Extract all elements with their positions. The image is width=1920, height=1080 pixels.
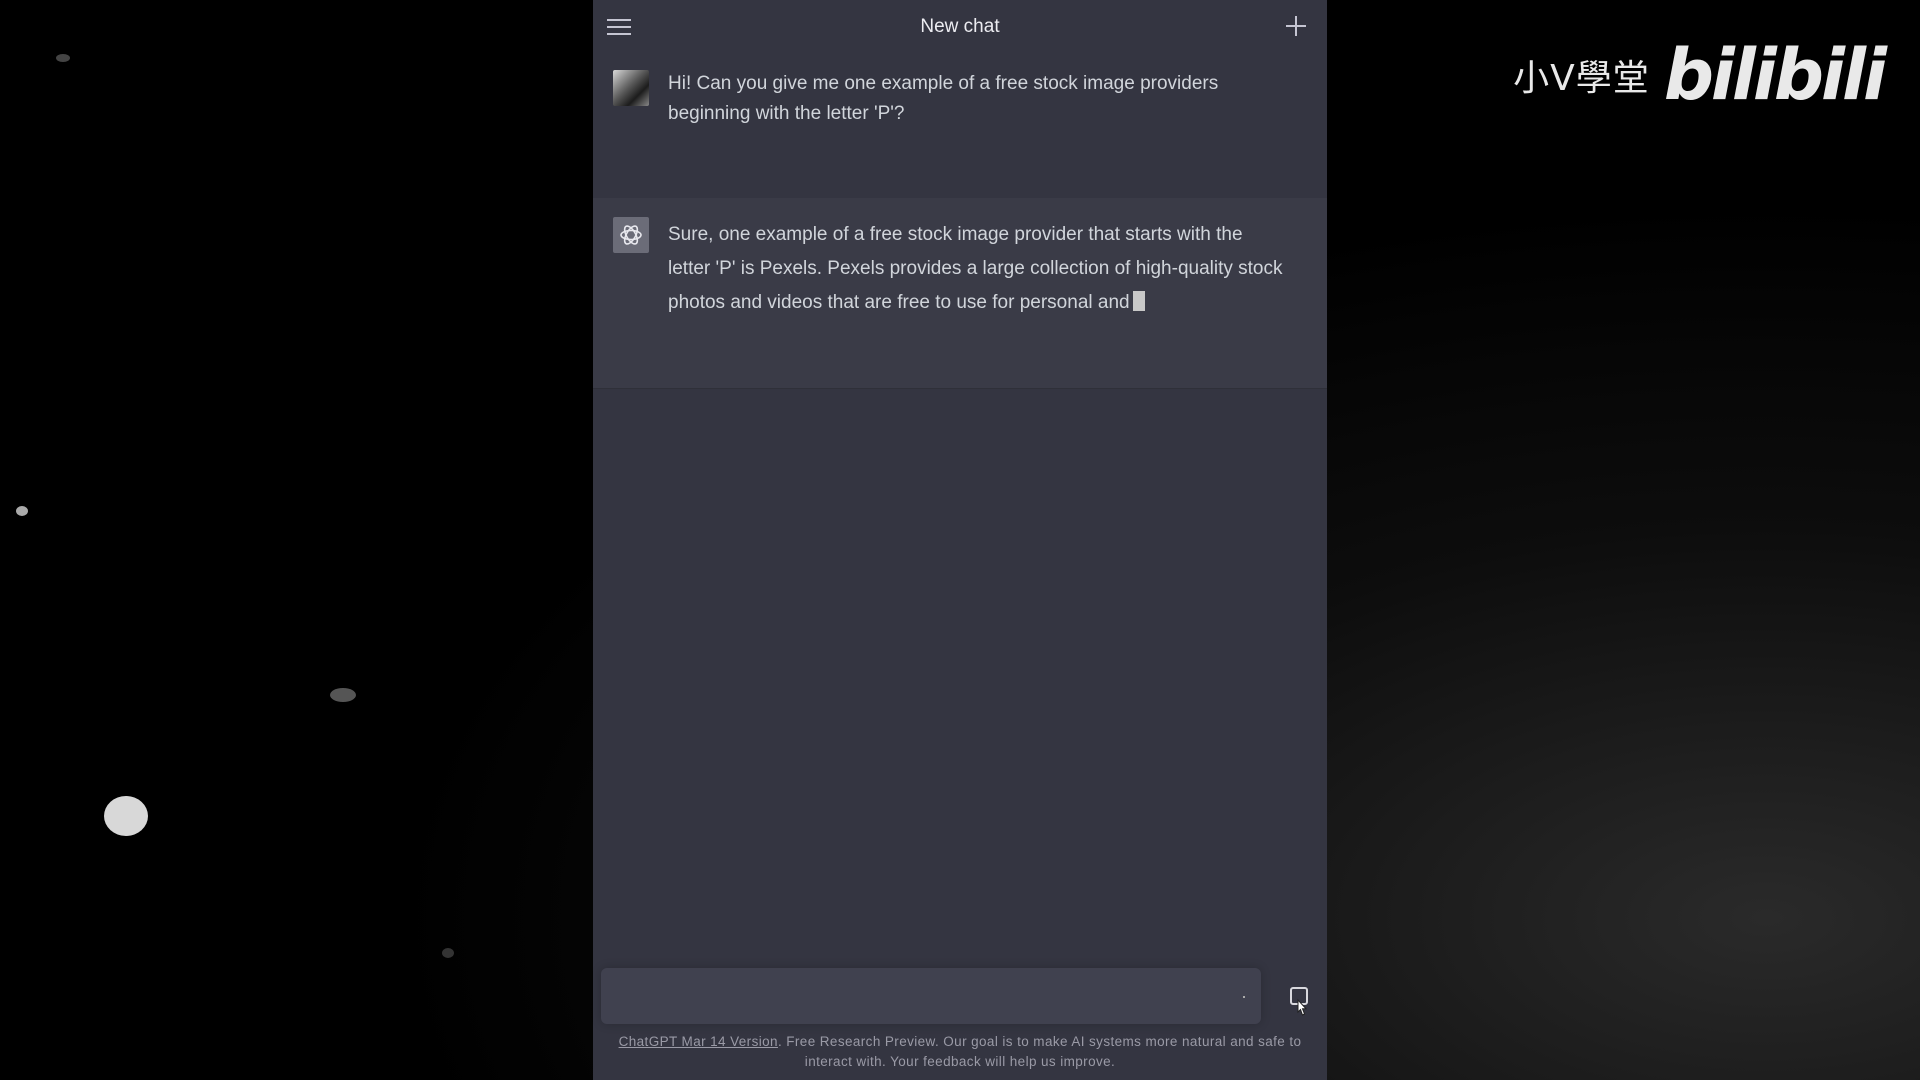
assistant-message: Sure, one example of a free stock image … xyxy=(593,198,1327,389)
input-caret xyxy=(1243,996,1245,998)
page-title: New chat xyxy=(920,16,1000,37)
openai-logo-icon xyxy=(613,217,649,253)
disclaimer-text: . Free Research Preview. Our goal is to … xyxy=(777,1034,1302,1069)
new-chat-plus-icon[interactable] xyxy=(1283,13,1309,39)
background-speck xyxy=(442,948,454,958)
background-speck xyxy=(56,54,70,62)
bilibili-logo: bilibili xyxy=(1663,34,1887,116)
message-composer xyxy=(601,968,1261,1024)
send-button[interactable] xyxy=(1287,986,1313,1018)
channel-name: 小V學堂 xyxy=(1513,58,1650,99)
assistant-message-content: Sure, one example of a free stock image … xyxy=(668,224,1283,313)
disclaimer-footer: ChatGPT Mar 14 Version. Free Research Pr… xyxy=(603,1032,1317,1072)
top-bar: New chat xyxy=(593,0,1327,55)
chat-app: New chat Hi! Can you give me one example… xyxy=(593,0,1327,1080)
message-input[interactable] xyxy=(601,968,1241,1024)
mouse-pointer-icon xyxy=(1297,998,1308,1016)
version-link[interactable]: ChatGPT Mar 14 Version xyxy=(619,1034,778,1049)
background-speck xyxy=(16,506,28,516)
typing-cursor xyxy=(1132,291,1145,311)
user-message: Hi! Can you give me one example of a fre… xyxy=(593,54,1327,199)
user-message-text: Hi! Can you give me one example of a fre… xyxy=(668,73,1219,124)
assistant-message-text: Sure, one example of a free stock image … xyxy=(668,218,1288,320)
background-speck xyxy=(104,796,148,836)
background-speck xyxy=(330,688,356,702)
bilibili-watermark: 小V學堂 bilibili xyxy=(1513,34,1887,116)
video-frame: 小V學堂 bilibili New chat Hi! Can you give … xyxy=(0,0,1920,1080)
user-avatar xyxy=(613,70,649,106)
